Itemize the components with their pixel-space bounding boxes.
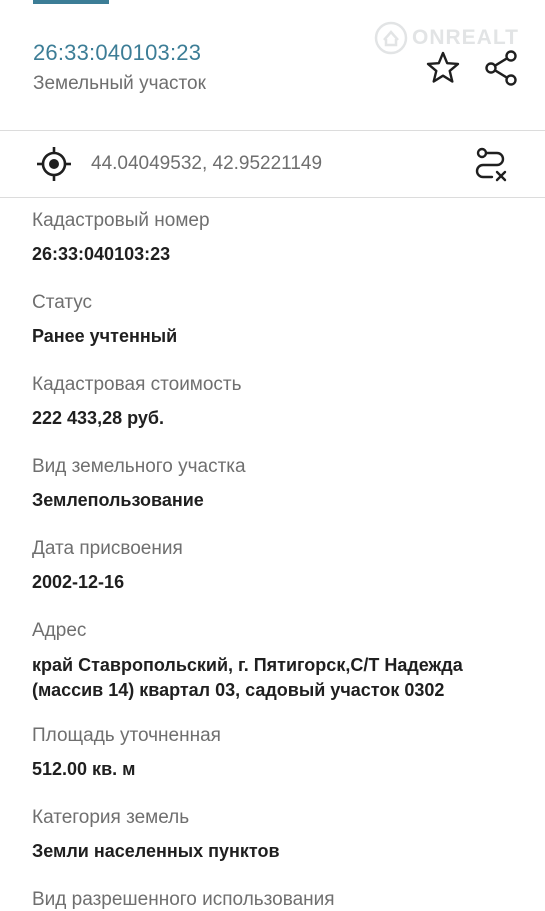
route-icon — [475, 147, 507, 182]
share-button[interactable] — [482, 48, 522, 88]
locate-button[interactable] — [34, 144, 74, 184]
object-type-subtitle: Земельный участок — [33, 73, 206, 94]
field-label-assignment-date: Дата присвоения — [32, 538, 183, 559]
field-label-address: Адрес — [32, 620, 87, 641]
favorite-button[interactable] — [423, 48, 463, 88]
route-button[interactable] — [470, 144, 510, 184]
field-label-land-category: Категория земель — [32, 807, 190, 828]
field-value-status: Ранее учтенный — [32, 326, 178, 346]
watermark-text: ONREALT — [412, 26, 519, 49]
cadastral-number-title[interactable]: 26:33:040103:23 — [33, 40, 201, 66]
object-header: 26:33:040103:23 Земельный участок ONREAL… — [0, 0, 545, 130]
coordinates-divider — [0, 197, 545, 198]
field-value-cadastral-number[interactable]: 26:33:040103:23 — [32, 244, 170, 265]
star-outline-icon — [426, 51, 460, 83]
field-value-land-category: Земли населенных пунктов — [32, 841, 280, 861]
field-value-assignment-date: 2002-12-16 — [32, 572, 125, 592]
field-value-address[interactable]: край Ставропольский, г. Пятигорск,С/Т На… — [32, 653, 532, 703]
field-label-land-plot-type: Вид земельного участка — [32, 456, 246, 477]
field-label-cadastral-value: Кадастровая стоимость — [32, 374, 242, 395]
field-label-refined-area: Площадь уточненная — [32, 725, 221, 746]
field-label-status: Статус — [32, 292, 93, 313]
address-line-1: край Ставропольский, г. Пятигорск,С/Т На… — [32, 655, 463, 675]
coordinates-text[interactable]: 44.04049532, 42.95221149 — [91, 153, 322, 175]
field-value-land-plot-type: Землепользование — [32, 490, 204, 510]
field-value-cadastral-value: 222 433,28 руб. — [32, 408, 164, 428]
field-label-permitted-use: Вид разрешенного использования — [32, 889, 335, 910]
target-icon — [37, 147, 71, 181]
address-line-2: (массив 14) квартал 03, садовый участок … — [32, 680, 445, 700]
field-value-refined-area: 512.00 кв. м — [32, 759, 136, 779]
field-label-cadastral-number: Кадастровый номер — [32, 210, 210, 231]
share-icon — [485, 50, 517, 86]
